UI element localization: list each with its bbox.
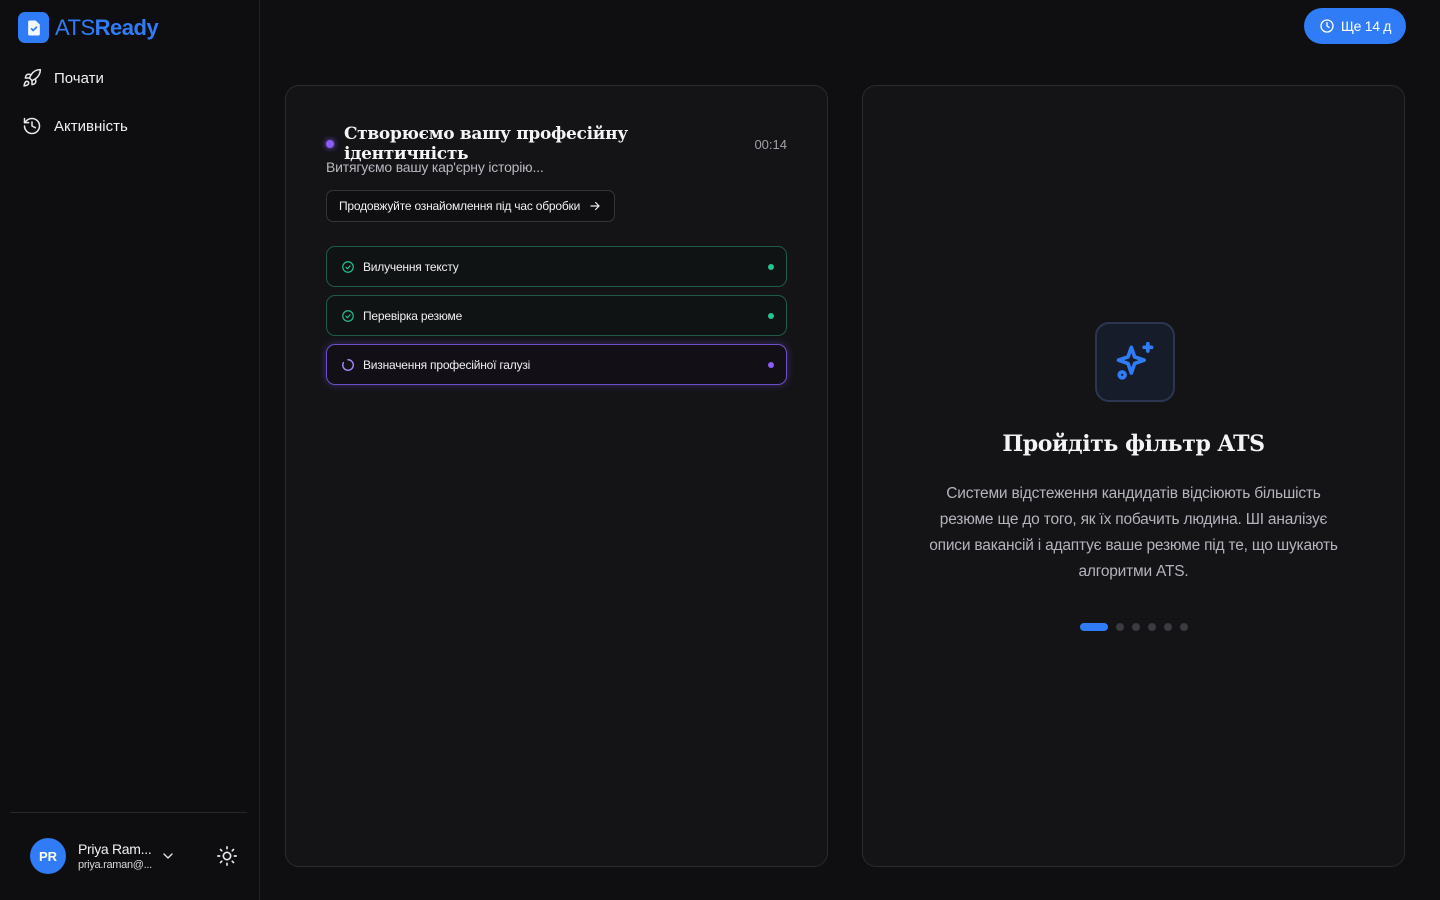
step-item: Перевірка резюме [326, 295, 787, 336]
sparkles-icon [1116, 341, 1154, 380]
trial-label: Ще 14 д [1340, 18, 1392, 34]
processing-steps: Вилучення тексту Перевірка резюме Визнач… [326, 246, 787, 393]
step-status-dot [768, 361, 774, 368]
step-label: Визначення професійної галузі [363, 357, 531, 372]
step-status-dot [768, 263, 774, 270]
step-item: Визначення професійної галузі [326, 344, 787, 385]
rocket-icon [23, 68, 42, 87]
carousel-dot[interactable] [1131, 623, 1140, 631]
feature-description: Системи відстеження кандидатів відсіюють… [929, 485, 1338, 580]
processing-card: Створюємо вашу професійну ідентичність 0… [285, 85, 828, 867]
processing-subtitle: Витягуємо вашу кар'єрну історію... [326, 159, 544, 175]
check-circle-icon [342, 260, 354, 273]
processing-title: Створюємо вашу професійну ідентичність [343, 124, 628, 164]
processing-header: Створюємо вашу професійну ідентичність 0… [326, 124, 787, 164]
carousel-dot[interactable] [1079, 623, 1108, 631]
processing-timer: 00:14 [754, 136, 787, 152]
sidebar-divider [10, 812, 247, 813]
carousel-dot[interactable] [1147, 623, 1156, 631]
logo-icon [18, 12, 49, 43]
user-menu[interactable]: PR Priya Ram... priya.raman@... [30, 838, 176, 874]
sun-icon[interactable] [216, 845, 238, 867]
feature-icon-box [1095, 322, 1175, 402]
continue-browsing-button[interactable]: Продовжуйте ознайомлення під час обробки [326, 190, 616, 222]
sidebar-item-label: Почати [54, 69, 104, 87]
avatar: PR [30, 838, 66, 874]
history-icon [23, 117, 41, 135]
arrow-right-icon [590, 201, 600, 211]
spinner-icon [342, 358, 354, 371]
sidebar-item-activity[interactable]: Активність [12, 106, 248, 146]
step-label: Вилучення тексту [363, 259, 459, 274]
feature-title: Пройдіть фільтр ATS [1002, 431, 1265, 457]
step-item: Вилучення тексту [326, 246, 787, 287]
trial-button[interactable]: Ще 14 д [1304, 8, 1406, 44]
user-info: Priya Ram... priya.raman@... [78, 841, 156, 871]
feature-card: Пройдіть фільтр ATS Системи відстеження … [862, 85, 1405, 867]
clock-icon [1320, 19, 1334, 33]
user-name: Priya Ram... [78, 841, 152, 857]
progress-indicator [326, 140, 334, 148]
carousel-dot[interactable] [1163, 623, 1172, 631]
continue-label: Продовжуйте ознайомлення під час обробки [339, 199, 581, 213]
carousel-dot[interactable] [1179, 623, 1188, 631]
step-status-dot [768, 312, 774, 319]
sidebar-nav: Почати Активність [12, 58, 248, 154]
carousel-dot[interactable] [1115, 623, 1124, 631]
sidebar-item-label: Активність [54, 117, 128, 135]
carousel-dots [863, 623, 1404, 631]
main-content: Ще 14 д Створюємо вашу професійну іденти… [260, 0, 1440, 900]
app-root: ATSReady Почати Активність PR Priya Ram.… [0, 0, 1440, 900]
check-circle-icon [342, 309, 354, 322]
sidebar-item-start[interactable]: Почати [12, 58, 248, 98]
user-email: priya.raman@... [78, 859, 152, 871]
logo[interactable]: ATSReady [18, 12, 159, 43]
chevron-down-icon [163, 853, 173, 859]
sidebar: ATSReady Почати Активність PR Priya Ram.… [0, 0, 260, 900]
logo-text: ATSReady [55, 14, 159, 40]
step-label: Перевірка резюме [363, 308, 463, 323]
